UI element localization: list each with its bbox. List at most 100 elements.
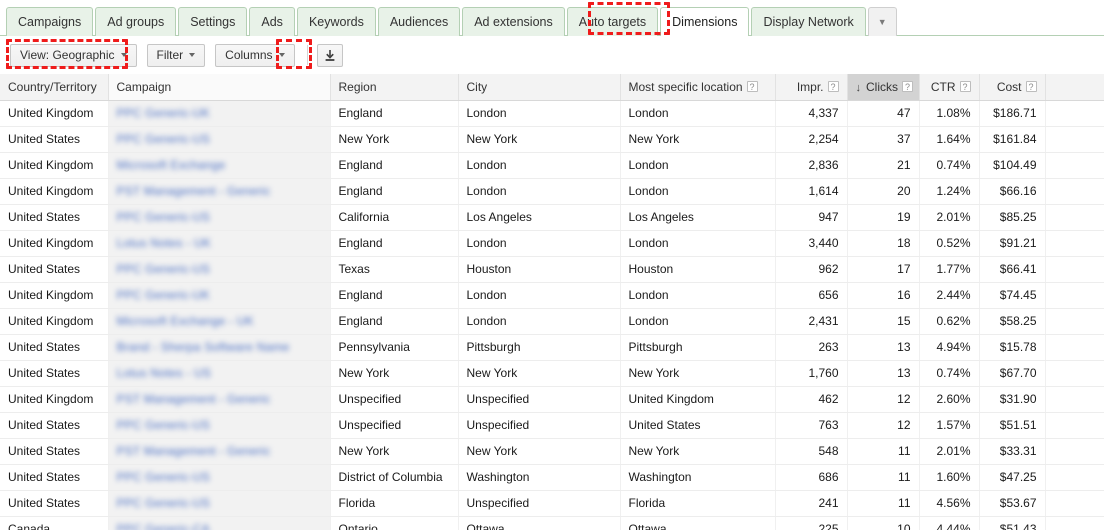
cell-campaign[interactable]: PPC Generic-US [108, 464, 331, 491]
tab-dimensions[interactable]: Dimensions [660, 7, 750, 37]
cell-campaign[interactable]: PST Management - Generic [108, 438, 331, 465]
table-row[interactable]: United States Lotus Notes - US New York New… [0, 360, 1104, 387]
campaign-link[interactable]: PPC Generic-UK [117, 288, 211, 302]
dimensions-table-wrapper[interactable]: Country/Territory Campaign Region City Most … [0, 74, 1104, 530]
tab-settings[interactable]: Settings [178, 7, 248, 36]
tab-ads[interactable]: Ads [249, 7, 295, 36]
campaign-link[interactable]: PPC Generic-CA [117, 522, 211, 530]
help-icon[interactable]: ? [1025, 80, 1037, 92]
cell-campaign[interactable]: Microsoft Exchange - UK [108, 308, 331, 335]
table-row[interactable]: United Kingdom Microsoft Exchange England L… [0, 152, 1104, 179]
campaign-link[interactable]: Lotus Notes - US [117, 366, 212, 380]
cell-cpc: $3.31 [1045, 178, 1104, 205]
cell-country: United States [0, 490, 109, 517]
column-header-cost[interactable]: Cost? [979, 74, 1046, 101]
tab-auto-targets[interactable]: Auto targets [566, 7, 659, 36]
table-row[interactable]: United States PPC Generic-US Texas Houston H… [0, 256, 1104, 283]
cell-campaign[interactable]: Microsoft Exchange [108, 152, 331, 179]
table-row[interactable]: United Kingdom Microsoft Exchange - UK Eng… [0, 308, 1104, 335]
campaign-link[interactable]: PST Management - Generic [117, 444, 271, 458]
campaign-link[interactable]: PPC Generic-US [117, 470, 211, 484]
table-row[interactable]: United Kingdom PST Management - Generic En… [0, 178, 1104, 205]
cell-clicks: 19 [847, 204, 920, 231]
tab-ad-extensions[interactable]: Ad extensions [462, 7, 565, 36]
cell-region: Unspecified [330, 412, 459, 439]
campaign-link[interactable]: PST Management - Generic [117, 392, 271, 406]
help-icon[interactable]: ? [959, 80, 971, 92]
campaign-link[interactable]: PPC Generic-US [117, 210, 211, 224]
help-icon[interactable]: ? [827, 80, 839, 92]
cell-clicks: 10 [847, 516, 920, 530]
cell-campaign[interactable]: PPC Generic-US [108, 256, 331, 283]
cell-ctr: 1.60% [919, 464, 980, 491]
view-geographic-button[interactable]: View: Geographic [10, 43, 137, 67]
table-row[interactable]: United Kingdom PST Management - Generic Un… [0, 386, 1104, 413]
tab-audiences[interactable]: Audiences [377, 7, 461, 36]
tab-ad-groups[interactable]: Ad groups [95, 7, 177, 36]
campaign-link[interactable]: Microsoft Exchange [117, 158, 226, 172]
cell-campaign[interactable]: PST Management - Generic [108, 178, 331, 205]
cell-cpc: $4.98 [1045, 152, 1104, 179]
cell-campaign[interactable]: PPC Generic-CA [108, 516, 331, 530]
cell-campaign[interactable]: Lotus Notes - US [108, 360, 331, 387]
filter-button[interactable]: Filter [146, 43, 206, 67]
table-row[interactable]: United States Brand - Sherpa Software Nam… [0, 334, 1104, 361]
table-row[interactable]: United States PPC Generic-US New York New Y… [0, 126, 1104, 153]
column-header-most-specific-location[interactable]: Most specific location? [620, 74, 776, 101]
table-row[interactable]: United Kingdom PPC Generic-UK England Londo… [0, 100, 1104, 127]
tab-campaigns[interactable]: Campaigns [6, 7, 94, 36]
cell-ctr: 2.01% [919, 438, 980, 465]
cell-campaign[interactable]: PPC Generic-UK [108, 282, 331, 309]
cell-campaign[interactable]: Lotus Notes - UK [108, 230, 331, 257]
tab-label: Dimensions [672, 15, 738, 29]
download-button[interactable] [316, 43, 343, 67]
tab-keywords[interactable]: Keywords [296, 7, 376, 36]
columns-button[interactable]: Columns [215, 43, 295, 67]
campaign-link[interactable]: Brand - Sherpa Software Name [117, 340, 290, 354]
table-row[interactable]: United States PPC Generic-US California Los… [0, 204, 1104, 231]
help-icon[interactable]: ? [902, 80, 913, 92]
cell-campaign[interactable]: PPC Generic-US [108, 126, 331, 153]
table-row[interactable]: United States PST Management - Generic New… [0, 438, 1104, 465]
help-icon[interactable]: ? [746, 80, 758, 92]
cell-most-specific: London [620, 230, 776, 257]
campaign-link[interactable]: PPC Generic-US [117, 132, 211, 146]
campaign-link[interactable]: Lotus Notes - UK [117, 236, 212, 250]
campaign-link[interactable]: PPC Generic-US [117, 496, 211, 510]
column-header-ctr[interactable]: CTR? [919, 74, 980, 101]
cell-cpc: $4.37 [1045, 126, 1104, 153]
column-header-label: Region [338, 79, 377, 94]
tab-display-network[interactable]: Display Network [751, 7, 866, 36]
cell-campaign[interactable]: Brand - Sherpa Software Name [108, 334, 331, 361]
campaign-link[interactable]: PST Management - Generic [117, 184, 271, 198]
cell-clicks: 20 [847, 178, 920, 205]
cell-region: New York [330, 438, 459, 465]
table-row[interactable]: United States PPC Generic-US Florida Unspec… [0, 490, 1104, 517]
campaign-link[interactable]: PPC Generic-UK [117, 106, 211, 120]
cell-city: London [458, 230, 621, 257]
campaign-link[interactable]: Microsoft Exchange - UK [117, 314, 254, 328]
column-header-country-territory[interactable]: Country/Territory [0, 74, 109, 101]
column-header-campaign[interactable]: Campaign [108, 74, 331, 101]
cell-campaign[interactable]: PPC Generic-US [108, 490, 331, 517]
cell-campaign[interactable]: PPC Generic-US [108, 204, 331, 231]
table-row[interactable]: United Kingdom PPC Generic-UK England Londo… [0, 282, 1104, 309]
tab-overflow-button[interactable]: ▼ [867, 7, 897, 36]
cell-campaign[interactable]: PPC Generic-UK [108, 100, 331, 127]
cell-campaign[interactable]: PPC Generic-US [108, 412, 331, 439]
cell-clicks: 11 [847, 438, 920, 465]
column-header-city[interactable]: City [458, 74, 621, 101]
column-header-region[interactable]: Region [330, 74, 459, 101]
column-header-impr[interactable]: Impr.? [775, 74, 848, 101]
table-row[interactable]: United States PPC Generic-US Unspecified Un… [0, 412, 1104, 439]
campaign-link[interactable]: PPC Generic-US [117, 418, 211, 432]
cell-campaign[interactable]: PST Management - Generic [108, 386, 331, 413]
campaign-link[interactable]: PPC Generic-US [117, 262, 211, 276]
tab-label: Keywords [308, 15, 364, 29]
cell-city: Ottawa [458, 516, 621, 530]
column-header-avg-cpc[interactable]: Avg. CPC? [1045, 74, 1104, 101]
table-row[interactable]: United Kingdom Lotus Notes - UK England Lon… [0, 230, 1104, 257]
table-row[interactable]: United States PPC Generic-US District of C… [0, 464, 1104, 491]
column-header-clicks[interactable]: ↓ Clicks? [847, 74, 920, 101]
table-row[interactable]: Canada PPC Generic-CA Ontario Ottawa Ottawa 2… [0, 516, 1104, 530]
